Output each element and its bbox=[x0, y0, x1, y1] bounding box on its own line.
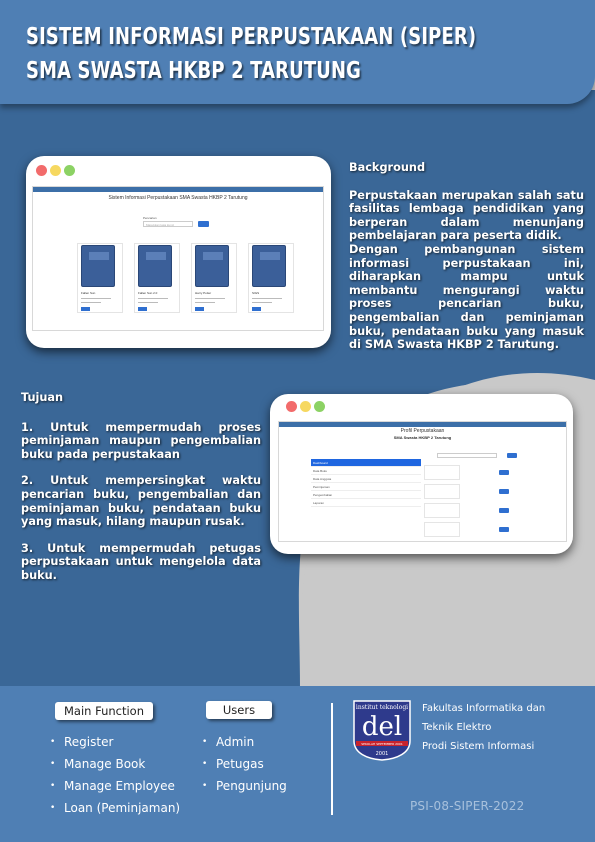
background-paragraph-2: Dengan pembangunan sistem informasi perp… bbox=[349, 242, 584, 352]
search-placeholder: Masukkan kata kunci bbox=[146, 223, 175, 227]
mockup-window-home: Sistem Informasi Perpustakaan SMA Swasta… bbox=[26, 156, 331, 348]
users-list: Admin Petugas Pengunjung bbox=[202, 731, 287, 797]
book-meta-line bbox=[195, 298, 225, 299]
main-function-label: Main Function bbox=[55, 702, 153, 720]
title-line-2: SMA SWASTA HKBP 2 TARUTUNG bbox=[26, 58, 362, 84]
book-card: SIGS bbox=[248, 243, 294, 313]
menu-item: Pengembalian bbox=[311, 491, 421, 499]
close-dot-icon bbox=[286, 401, 297, 412]
logo-main-text: del bbox=[362, 712, 402, 742]
window-controls bbox=[286, 401, 325, 412]
profile-card bbox=[424, 503, 460, 518]
list-item: Loan (Peminjaman) bbox=[50, 797, 180, 819]
profile-screen-preview: Profil Perpustakaan SMA Swasta HKBP 2 Ta… bbox=[278, 421, 567, 542]
book-cover-icon bbox=[195, 245, 229, 287]
project-code: PSI-08-SIPER-2022 bbox=[410, 799, 525, 813]
profile-sidebar-menu: Dashboard Data Buku Data Anggota Peminja… bbox=[311, 459, 421, 507]
list-item: Register bbox=[50, 731, 180, 753]
list-item: Manage Book bbox=[50, 753, 180, 775]
logo-top-text: institut teknologi bbox=[356, 704, 408, 711]
book-title: SIGS bbox=[252, 291, 260, 295]
card-action-button bbox=[499, 527, 509, 532]
book-meta-line bbox=[81, 302, 101, 303]
menu-item: Laporan bbox=[311, 499, 421, 507]
screen-title: Sistem Informasi Perpustakaan SMA Swasta… bbox=[108, 195, 248, 201]
screen-topbar bbox=[33, 187, 323, 192]
book-detail-button bbox=[252, 307, 261, 311]
menu-item: Data Anggota bbox=[311, 475, 421, 483]
background-heading: Background bbox=[349, 161, 426, 174]
profile-card bbox=[424, 484, 460, 499]
profile-card bbox=[424, 522, 460, 537]
close-dot-icon bbox=[36, 165, 47, 176]
book-card: Fallen Sun bbox=[77, 243, 123, 313]
del-logo-icon: institut teknologi del SEKOLAH SEPTEMBER… bbox=[353, 700, 411, 761]
header-banner: SISTEM INFORMASI PERPUSTAKAAN (SIPER) SM… bbox=[0, 0, 595, 104]
background-paragraph-1: Perpustakaan merupakan salah satu fasili… bbox=[349, 188, 584, 243]
menu-item: Peminjaman bbox=[311, 483, 421, 491]
book-card: Fallen Sun 2.0 bbox=[134, 243, 180, 313]
title-line-1: SISTEM INFORMASI PERPUSTAKAAN (SIPER) bbox=[26, 24, 477, 50]
search-button-preview bbox=[198, 221, 209, 227]
tujuan-heading: Tujuan bbox=[21, 391, 64, 404]
profile-screen-subtitle: SMA Swasta HKBP 2 Tarutung bbox=[393, 435, 452, 440]
profile-search-button bbox=[507, 453, 517, 458]
book-detail-button bbox=[81, 307, 90, 311]
page-title: SISTEM INFORMASI PERPUSTAKAAN (SIPER) SM… bbox=[26, 20, 476, 88]
mockup-window-profile: Profil Perpustakaan SMA Swasta HKBP 2 Ta… bbox=[270, 394, 573, 554]
book-card: Harry Potter bbox=[191, 243, 237, 313]
footer-divider bbox=[331, 703, 333, 815]
search-input-preview: Masukkan kata kunci bbox=[143, 221, 193, 227]
tujuan-item-2: 2. Untuk mempersingkat waktu pencarian b… bbox=[21, 474, 261, 529]
book-meta-line bbox=[138, 298, 168, 299]
home-screen-preview: Sistem Informasi Perpustakaan SMA Swasta… bbox=[32, 186, 324, 331]
book-cover-icon bbox=[138, 245, 172, 287]
card-action-button bbox=[499, 489, 509, 494]
book-cover-icon bbox=[81, 245, 115, 287]
list-item: Admin bbox=[202, 731, 287, 753]
faculty-info: Fakultas Informatika dan Teknik Elektro … bbox=[422, 699, 545, 756]
maximize-dot-icon bbox=[314, 401, 325, 412]
tujuan-item-1: 1. Untuk mempermudah proses peminjaman m… bbox=[21, 420, 261, 461]
maximize-dot-icon bbox=[64, 165, 75, 176]
logo-bottom-text: SEKOLAH SEPTEMBER 2001 bbox=[361, 742, 403, 746]
book-meta-line bbox=[195, 302, 215, 303]
tujuan-item-3: 3. Untuk mempermudah petugas perpustakaa… bbox=[21, 541, 261, 582]
book-title: Fallen Sun 2.0 bbox=[138, 291, 158, 295]
tujuan-section: Tujuan 1. Untuk mempermudah proses pemin… bbox=[21, 391, 261, 596]
profile-screen-title: Profil Perpustakaan bbox=[400, 428, 445, 434]
search-label: Pencarian bbox=[143, 216, 157, 220]
list-item: Petugas bbox=[202, 753, 287, 775]
book-title: Harry Potter bbox=[195, 291, 212, 295]
book-meta-line bbox=[81, 298, 111, 299]
book-meta-line bbox=[252, 302, 272, 303]
book-detail-button bbox=[195, 307, 204, 311]
book-meta-line bbox=[252, 298, 282, 299]
users-label: Users bbox=[206, 701, 272, 719]
card-action-button bbox=[499, 470, 509, 475]
screen-topbar bbox=[279, 422, 566, 427]
background-section: Background Perpustakaan merupakan salah … bbox=[349, 161, 584, 352]
faculty-line-2: Teknik Elektro bbox=[422, 722, 492, 733]
book-cover-icon bbox=[252, 245, 286, 287]
menu-item: Dashboard bbox=[311, 459, 421, 467]
window-controls bbox=[36, 165, 75, 176]
minimize-dot-icon bbox=[300, 401, 311, 412]
card-action-button bbox=[499, 508, 509, 513]
menu-item: Data Buku bbox=[311, 467, 421, 475]
main-function-list: Register Manage Book Manage Employee Loa… bbox=[50, 731, 180, 819]
list-item: Pengunjung bbox=[202, 775, 287, 797]
profile-search-input bbox=[437, 453, 497, 458]
logo-year: 2001 bbox=[376, 751, 389, 757]
faculty-line-3: Prodi Sistem Informasi bbox=[422, 741, 535, 752]
profile-card bbox=[424, 465, 460, 480]
list-item: Manage Employee bbox=[50, 775, 180, 797]
minimize-dot-icon bbox=[50, 165, 61, 176]
faculty-line-1: Fakultas Informatika dan bbox=[422, 703, 546, 714]
book-detail-button bbox=[138, 307, 147, 311]
book-title: Fallen Sun bbox=[81, 291, 96, 295]
book-meta-line bbox=[138, 302, 158, 303]
